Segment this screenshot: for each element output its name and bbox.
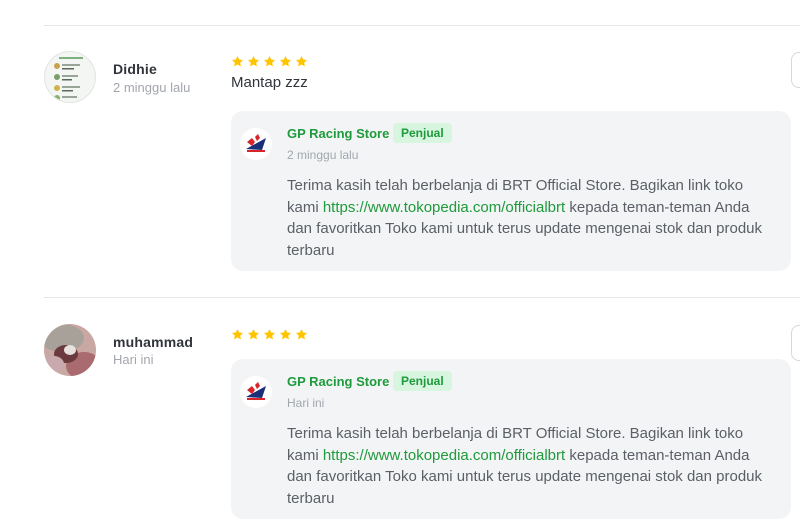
star-icon bbox=[263, 328, 276, 340]
store-link[interactable]: https://www.tokopedia.com/officialbrt bbox=[323, 447, 565, 464]
star-icon bbox=[295, 328, 308, 340]
review-time: Hari ini bbox=[113, 352, 154, 367]
helpful-button[interactable] bbox=[791, 52, 800, 88]
seller-reply: GP Racing Store Penjual Hari ini Terima … bbox=[231, 359, 791, 519]
reply-text: Terima kasih telah berbelanja di BRT Off… bbox=[287, 175, 777, 261]
rating-stars bbox=[231, 55, 308, 68]
reply-text: Terima kasih telah berbelanja di BRT Off… bbox=[287, 423, 777, 509]
helpful-button[interactable] bbox=[791, 325, 800, 361]
seller-badge: Penjual bbox=[393, 123, 452, 143]
star-icon bbox=[231, 328, 244, 340]
star-icon bbox=[247, 55, 260, 67]
reviewer-name: Didhie bbox=[113, 61, 157, 77]
star-icon bbox=[263, 55, 276, 67]
seller-name[interactable]: GP Racing Store bbox=[287, 374, 389, 389]
star-icon bbox=[279, 55, 292, 67]
review-divider bbox=[44, 297, 800, 298]
gp-racing-logo bbox=[240, 376, 272, 408]
review-time: 2 minggu lalu bbox=[113, 80, 191, 95]
seller-badge: Penjual bbox=[393, 371, 452, 391]
gp-racing-logo bbox=[240, 128, 272, 160]
avatar[interactable] bbox=[44, 324, 96, 376]
star-icon bbox=[231, 55, 244, 67]
reply-time: Hari ini bbox=[287, 396, 325, 410]
seller-reply: GP Racing Store Penjual 2 minggu lalu Te… bbox=[231, 111, 791, 271]
reply-time: 2 minggu lalu bbox=[287, 148, 359, 162]
star-icon bbox=[247, 328, 260, 340]
star-icon bbox=[279, 328, 292, 340]
reviewer-name: muhammad bbox=[113, 334, 194, 350]
review-text: Mantap zzz bbox=[231, 74, 308, 91]
seller-name[interactable]: GP Racing Store bbox=[287, 126, 389, 141]
star-icon bbox=[295, 55, 308, 67]
avatar[interactable] bbox=[44, 51, 96, 103]
rating-stars bbox=[231, 328, 308, 341]
store-link[interactable]: https://www.tokopedia.com/officialbrt bbox=[323, 199, 565, 216]
top-divider bbox=[44, 25, 800, 26]
